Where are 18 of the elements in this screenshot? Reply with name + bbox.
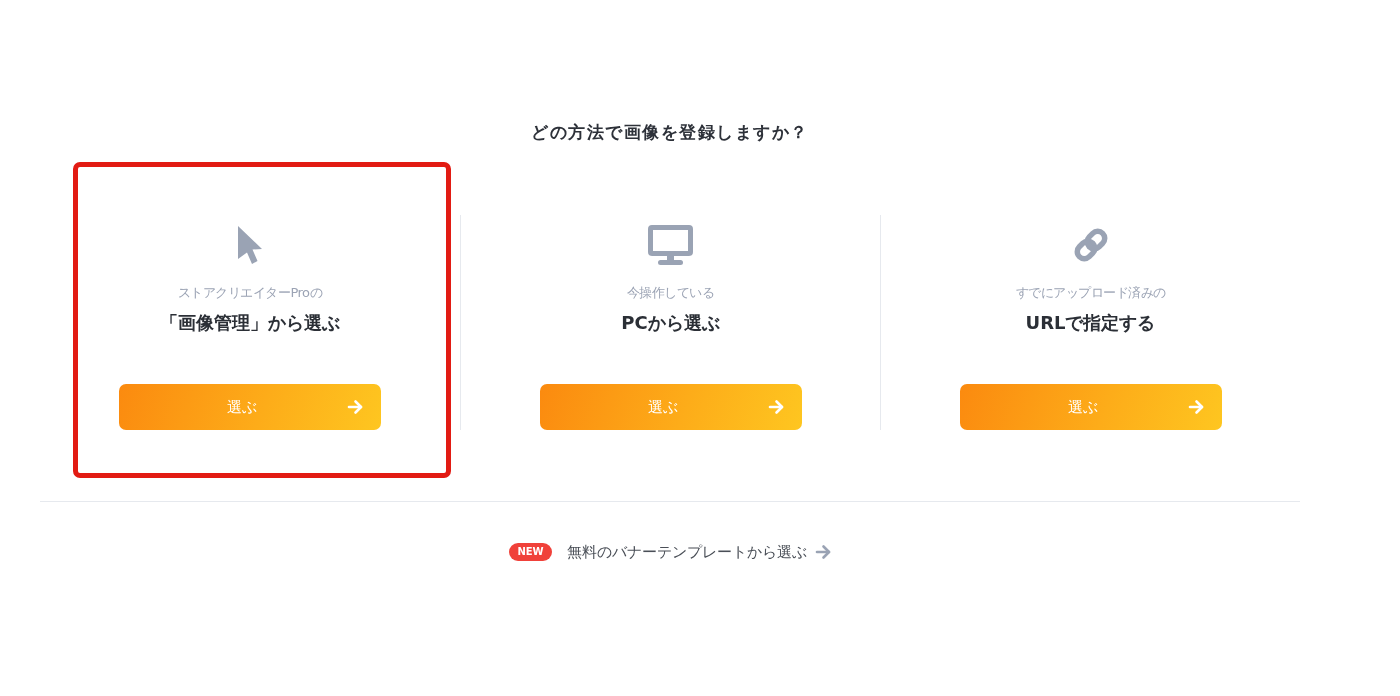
new-badge: NEW: [509, 543, 552, 561]
option-title: URLで指定する: [1025, 311, 1156, 335]
arrow-right-icon: [814, 544, 831, 560]
monitor-icon: [648, 225, 693, 265]
arrow-right-icon: [767, 399, 784, 415]
cursor-icon: [237, 225, 263, 265]
option-caption: すでにアップロード済みの: [1015, 285, 1166, 301]
arrow-right-icon: [347, 399, 363, 415]
option-title: 「画像管理」から選ぶ: [160, 311, 340, 335]
option-caption: 今操作している: [626, 285, 715, 301]
select-button[interactable]: 選ぶ: [539, 384, 802, 430]
template-link[interactable]: 無料のバナーテンプレートから選ぶ: [566, 542, 831, 562]
select-button[interactable]: 選ぶ: [119, 384, 381, 430]
option-caption: ストアクリエイターProの: [177, 285, 323, 301]
arrow-right-icon: [1187, 399, 1204, 415]
select-button[interactable]: 選ぶ: [959, 384, 1222, 430]
question-heading: どの方法で画像を登録しますか？: [531, 121, 809, 144]
option-title: PCから選ぶ: [621, 311, 720, 335]
